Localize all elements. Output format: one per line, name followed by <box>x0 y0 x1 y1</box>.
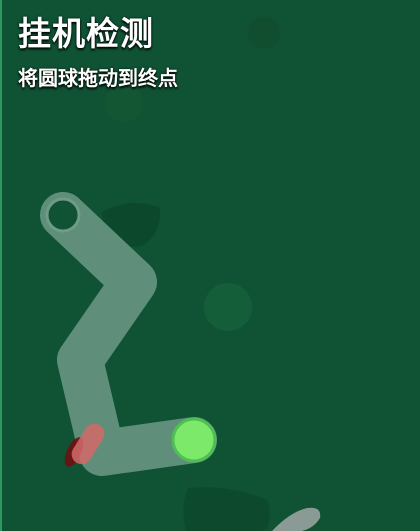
background-blob <box>204 283 252 331</box>
instruction-text: 将圆球拖动到终点 <box>18 66 178 90</box>
drag-track <box>40 192 217 476</box>
page-title: 挂机检测 <box>18 14 154 53</box>
background-blob <box>248 17 280 49</box>
draggable-ball-circle-icon[interactable] <box>171 417 217 463</box>
background-blob <box>183 487 270 531</box>
grey-obstacle <box>272 507 321 531</box>
goal-ring-icon <box>45 197 81 233</box>
captcha-panel: 挂机检测 将圆球拖动到终点 <box>0 0 420 531</box>
